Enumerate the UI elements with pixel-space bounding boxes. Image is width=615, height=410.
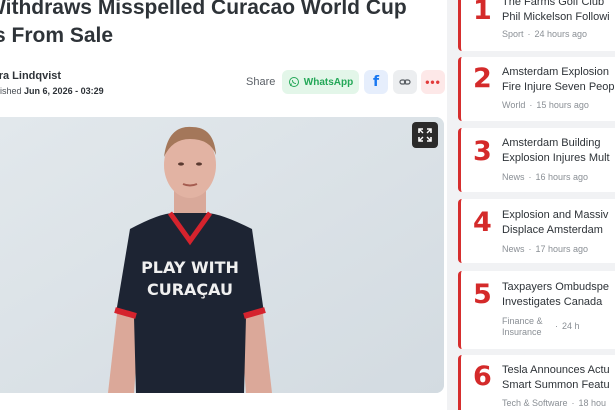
hero-image: PLAY WITH CURAÇAU — [0, 117, 444, 393]
trending-rank: 6 — [473, 361, 492, 392]
trending-rank: 1 — [473, 0, 492, 26]
whatsapp-share-button[interactable]: WhatsApp — [282, 70, 359, 94]
trending-title: Amsterdam Explosion Fire Injure Seven Pe… — [502, 65, 615, 95]
trending-title: Explosion and Massiv Displace Amsterdam — [502, 208, 615, 238]
trending-title: Amsterdam Building Explosion Injures Mul… — [502, 136, 615, 166]
trending-item-1[interactable]: 1 The Farms Golf Club Phil Mickelson Fol… — [458, 0, 615, 51]
trending-time: 24 hours ago — [534, 29, 588, 39]
article-headline: Withdraws Misspelled Curacao World Cup s… — [0, 0, 447, 50]
trending-sidebar: 1 The Farms Golf Club Phil Mickelson Fol… — [458, 0, 615, 410]
trending-title: Taxpayers Ombudspe Investigates Canada — [502, 280, 615, 310]
trending-category-line-1: Finance & — [502, 316, 543, 326]
published-date: Jun 6, 2026 - 03:29 — [24, 86, 104, 96]
trending-title-line-1: Explosion and Massiv — [502, 209, 609, 221]
trending-category-line-2: Insurance — [502, 327, 542, 337]
shirt-text-line-1: PLAY WITH — [141, 258, 239, 277]
article-column: Withdraws Misspelled Curacao World Cup s… — [0, 0, 447, 410]
headline-line-1: Withdraws Misspelled Curacao World Cup — [0, 0, 407, 19]
whatsapp-label: WhatsApp — [303, 76, 354, 88]
trending-title-line-2: Explosion Injures Mult — [502, 152, 610, 164]
trending-rank: 3 — [473, 136, 492, 167]
facebook-icon: f — [372, 74, 380, 90]
trending-meta: Sport · 24 hours ago — [502, 29, 588, 39]
trending-item-4[interactable]: 4 Explosion and Massiv Displace Amsterda… — [458, 199, 615, 263]
trending-rank: 4 — [473, 207, 492, 238]
expand-image-button[interactable] — [412, 122, 438, 148]
trending-title-line-2: Displace Amsterdam — [502, 224, 603, 236]
author-name[interactable]: ora Lindqvist — [0, 70, 61, 82]
trending-title-line-1: Amsterdam Building — [502, 137, 601, 149]
more-icon: ••• — [425, 75, 441, 89]
trending-rank: 2 — [473, 63, 492, 94]
trending-title-line-2: Smart Summon Featu — [502, 379, 610, 391]
trending-time: 16 hours ago — [535, 172, 589, 182]
trending-title-line-1: The Farms Golf Club — [502, 0, 605, 8]
trending-time: 24 h — [562, 321, 580, 331]
trending-category: Tech & Software — [502, 398, 568, 408]
hero-photo: PLAY WITH CURAÇAU — [0, 117, 444, 393]
trending-time: 17 hours ago — [535, 244, 589, 254]
trending-meta: Tech & Software · 18 hou — [502, 398, 607, 408]
trending-item-6[interactable]: 6 Tesla Announces Actu Smart Summon Feat… — [458, 355, 615, 410]
page: Withdraws Misspelled Curacao World Cup s… — [0, 0, 615, 410]
trending-item-3[interactable]: 3 Amsterdam Building Explosion Injures M… — [458, 128, 615, 192]
link-icon — [399, 79, 411, 85]
trending-time: 15 hours ago — [536, 100, 589, 110]
whatsapp-icon — [288, 77, 299, 87]
trending-title: Tesla Announces Actu Smart Summon Featu — [502, 363, 615, 393]
trending-rank: 5 — [473, 279, 492, 310]
trending-meta-time: · 24 h — [555, 321, 580, 331]
published-info: ublished Jun 6, 2026 - 03:29 — [0, 86, 104, 96]
share-label: Share — [246, 76, 276, 88]
copy-link-button[interactable] — [393, 70, 417, 94]
trending-item-2[interactable]: 2 Amsterdam Explosion Fire Injure Seven … — [458, 57, 615, 121]
more-share-button[interactable]: ••• — [421, 70, 445, 94]
trending-time: 18 hou — [578, 398, 607, 408]
trending-title-line-1: Tesla Announces Actu — [502, 364, 610, 376]
trending-meta: Finance & Insurance — [502, 316, 543, 338]
trending-category: World — [502, 100, 526, 110]
trending-title-line-2: Fire Injure Seven Peop — [502, 81, 615, 93]
trending-meta: News · 17 hours ago — [502, 244, 589, 254]
trending-title-line-1: Taxpayers Ombudspe — [502, 281, 609, 293]
trending-title-line-2: Investigates Canada — [502, 296, 603, 308]
trending-meta: World · 15 hours ago — [502, 100, 589, 110]
trending-category: News — [502, 244, 525, 254]
facebook-share-button[interactable]: f — [364, 70, 388, 94]
trending-item-5[interactable]: 5 Taxpayers Ombudspe Investigates Canada… — [458, 271, 615, 349]
expand-icon — [418, 128, 432, 142]
trending-title-line-1: Amsterdam Explosion — [502, 66, 609, 78]
trending-title: The Farms Golf Club Phil Mickelson Follo… — [502, 0, 615, 25]
trending-category: News — [502, 172, 525, 182]
headline-line-2: s From Sale — [0, 24, 114, 47]
trending-title-line-2: Phil Mickelson Followi — [502, 11, 610, 23]
shirt-text-line-2: CURAÇAU — [147, 280, 233, 299]
trending-meta: News · 16 hours ago — [502, 172, 589, 182]
published-prefix: ublished — [0, 86, 22, 96]
trending-category: Sport — [502, 29, 524, 39]
